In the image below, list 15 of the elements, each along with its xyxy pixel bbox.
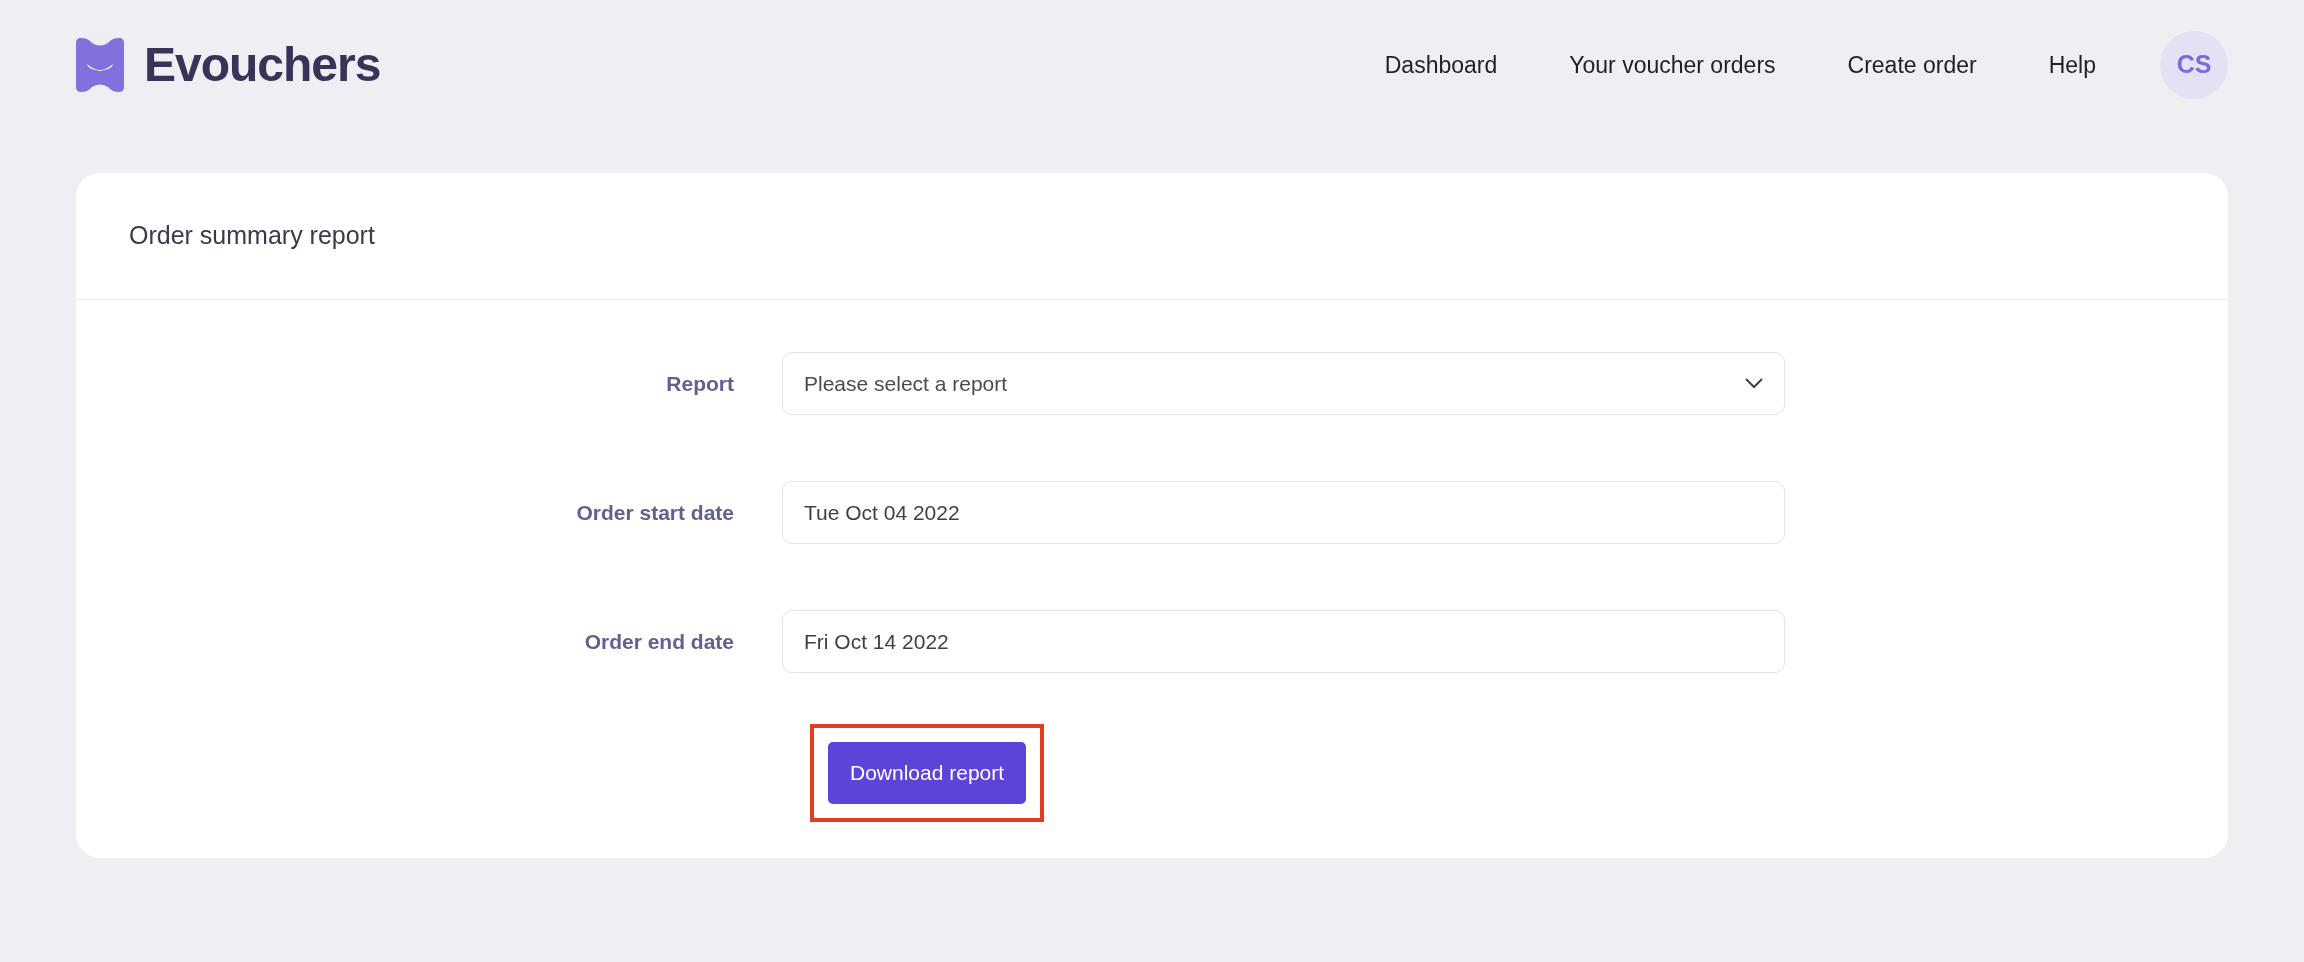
- field-label: Order start date: [576, 499, 734, 526]
- field-label: Order end date: [584, 628, 734, 655]
- nav-link[interactable]: Help: [2048, 47, 2096, 83]
- card-title: Order summary report: [129, 220, 375, 252]
- nav-link[interactable]: Dashboard: [1384, 47, 1498, 83]
- chevron-down-icon: [1745, 378, 1763, 389]
- brand-name: Evouchers: [144, 37, 381, 93]
- download-button[interactable]: Download report: [828, 742, 1027, 804]
- nav-link[interactable]: Your voucher orders: [1569, 47, 1776, 83]
- field-label: Report: [666, 370, 734, 397]
- logo-icon: [76, 38, 124, 92]
- nav-link[interactable]: Create order: [1847, 47, 1977, 83]
- date-field[interactable]: Tue Oct 04 2022: [782, 481, 1785, 544]
- report-select[interactable]: Please select a report: [782, 352, 1785, 415]
- date-field[interactable]: Fri Oct 14 2022: [782, 610, 1785, 673]
